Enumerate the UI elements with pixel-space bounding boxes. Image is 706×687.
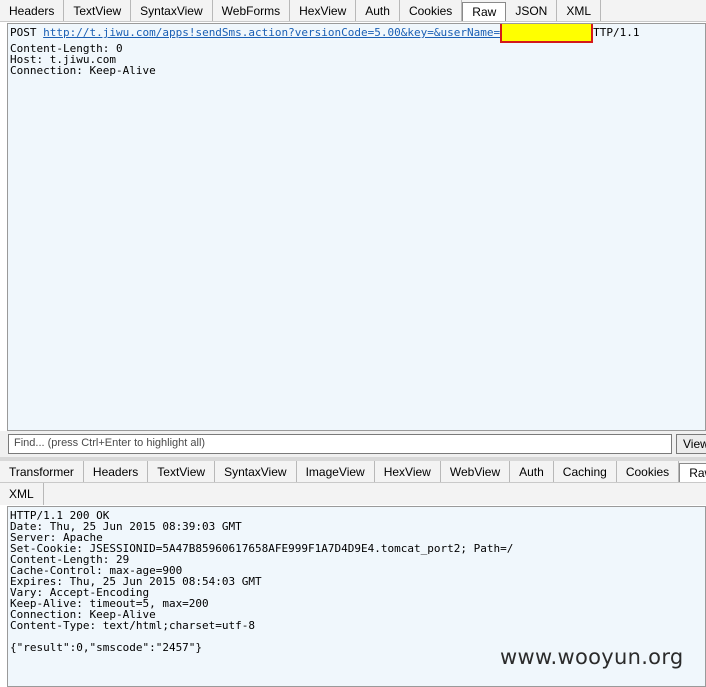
- response-tab-cookies[interactable]: Cookies: [617, 461, 680, 482]
- request-tab-webforms[interactable]: WebForms: [213, 0, 291, 21]
- find-input[interactable]: Find... (press Ctrl+Enter to highlight a…: [8, 434, 672, 454]
- response-tab-bar: Transformer Headers TextView SyntaxView Imag…: [0, 461, 706, 483]
- request-protocol: TTP/1.1: [593, 26, 640, 39]
- request-tab-cookies[interactable]: Cookies: [400, 0, 463, 21]
- request-tab-headers[interactable]: Headers: [0, 0, 65, 21]
- request-raw-view[interactable]: POST http://t.jiwu.com/apps!sendSms.acti…: [7, 23, 706, 431]
- response-tab-syntaxview[interactable]: SyntaxView: [215, 461, 297, 482]
- response-tab-auth[interactable]: Auth: [510, 461, 554, 482]
- request-url-link[interactable]: http://t.jiwu.com/apps!sendSms.action?ve…: [43, 26, 500, 39]
- view-button[interactable]: View: [676, 434, 706, 454]
- request-tab-json[interactable]: JSON: [506, 0, 558, 21]
- request-method: POST: [10, 26, 37, 39]
- request-headers: Content-Length: 0 Host: t.jiwu.com Conne…: [10, 42, 156, 77]
- response-tab-transformer[interactable]: Transformer: [0, 461, 84, 482]
- response-tab-xml[interactable]: XML: [0, 483, 44, 505]
- request-tab-textview[interactable]: TextView: [64, 0, 132, 21]
- request-header-line: Connection: Keep-Alive: [10, 64, 156, 77]
- response-tab-textview[interactable]: TextView: [148, 461, 216, 482]
- response-tab-webview[interactable]: WebView: [441, 461, 511, 482]
- find-bar: Find... (press Ctrl+Enter to highlight a…: [0, 431, 706, 457]
- response-tab-headers[interactable]: Headers: [84, 461, 149, 482]
- response-header-line: Content-Type: text/html;charset=utf-8: [10, 619, 256, 632]
- request-tab-auth[interactable]: Auth: [356, 0, 400, 21]
- request-tab-xml[interactable]: XML: [557, 0, 602, 21]
- request-tab-syntaxview[interactable]: SyntaxView: [131, 0, 213, 21]
- response-headers: HTTP/1.1 200 OK Date: Thu, 25 Jun 2015 0…: [10, 509, 513, 632]
- request-tab-hexview[interactable]: HexView: [290, 0, 357, 21]
- response-tab-hexview[interactable]: HexView: [375, 461, 441, 482]
- watermark: www.wooyun.org: [500, 645, 684, 669]
- redacted-username-box: [500, 24, 594, 43]
- request-tab-raw[interactable]: Raw: [462, 2, 507, 21]
- response-tab-imageview[interactable]: ImageView: [297, 461, 375, 482]
- response-tab-bar-row2: XML: [0, 483, 706, 505]
- request-tab-bar: Headers TextView SyntaxView WebForms HexView…: [0, 0, 706, 22]
- response-tab-caching[interactable]: Caching: [554, 461, 617, 482]
- response-tab-raw[interactable]: Raw: [679, 463, 706, 482]
